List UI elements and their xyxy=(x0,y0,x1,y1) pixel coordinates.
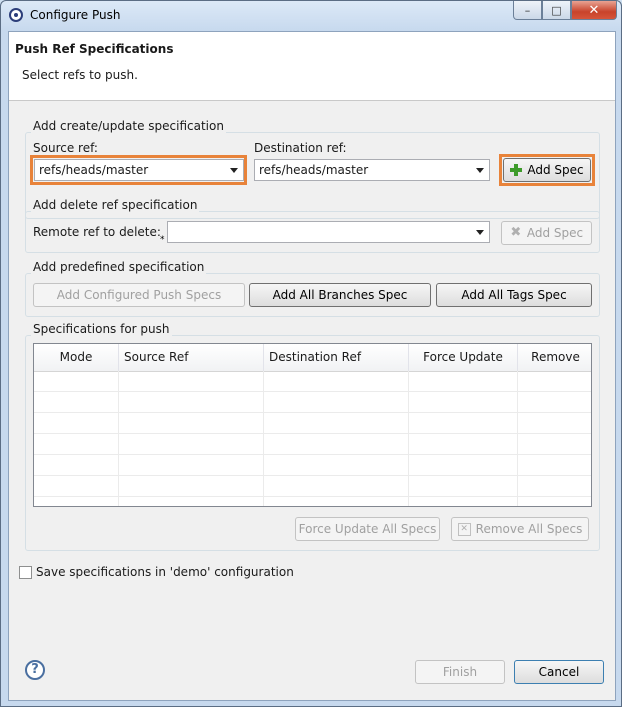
destination-ref-combo[interactable]: refs/heads/master xyxy=(254,159,490,181)
minimize-button[interactable]: – xyxy=(513,1,542,20)
add-all-tags-spec-button[interactable]: Add All Tags Spec xyxy=(436,283,592,307)
remove-all-icon: ✕ xyxy=(457,522,471,536)
column-header-source-ref[interactable]: Source Ref xyxy=(119,344,264,371)
source-ref-label: Source ref: xyxy=(33,141,98,155)
help-icon[interactable]: ? xyxy=(25,660,45,680)
finish-button[interactable]: Finish xyxy=(415,660,505,684)
delete-spec-group-label: Add delete ref specification xyxy=(31,198,200,212)
table-row xyxy=(34,455,591,476)
table-row xyxy=(34,392,591,413)
predefined-group-label: Add predefined specification xyxy=(31,260,207,274)
save-config-label[interactable]: Save specifications in 'demo' configurat… xyxy=(36,565,294,579)
dialog-header: Push Ref Specifications Select refs to p… xyxy=(9,32,615,101)
minimize-icon: – xyxy=(524,3,531,17)
add-spec-highlight xyxy=(499,154,595,186)
table-header: Mode Source Ref Destination Ref Force Up… xyxy=(34,344,591,372)
window-title: Configure Push xyxy=(30,8,121,22)
close-button[interactable]: ✕ xyxy=(571,1,617,20)
column-header-mode[interactable]: Mode xyxy=(34,344,119,371)
column-header-destination-ref[interactable]: Destination Ref xyxy=(264,344,409,371)
column-header-remove[interactable]: Remove xyxy=(518,344,591,371)
maximize-icon: □ xyxy=(551,3,562,17)
destination-ref-label: Destination ref: xyxy=(254,141,347,155)
page-description: Select refs to push. xyxy=(22,68,138,82)
table-row xyxy=(34,413,591,434)
column-header-force-update[interactable]: Force Update xyxy=(409,344,518,371)
source-ref-highlight xyxy=(30,155,247,185)
save-config-checkbox[interactable] xyxy=(19,566,32,579)
create-update-group-label: Add create/update specification xyxy=(31,119,226,133)
specifications-group-label: Specifications for push xyxy=(31,322,172,336)
add-delete-spec-label: Add Spec xyxy=(526,226,584,240)
table-row xyxy=(34,371,591,392)
table-row xyxy=(34,434,591,455)
remote-ref-label: Remote ref to delete: xyxy=(33,225,161,239)
remove-all-specs-button[interactable]: ✕ Remove All Specs xyxy=(451,517,589,541)
remove-all-specs-label: Remove All Specs xyxy=(475,522,583,536)
remote-ref-combo[interactable] xyxy=(167,221,490,243)
cancel-button[interactable]: Cancel xyxy=(514,660,604,684)
configure-push-window: Configure Push – □ ✕ Push Ref Specificat… xyxy=(0,0,622,707)
table-row xyxy=(34,476,591,497)
delete-x-icon: ✖ xyxy=(510,225,522,240)
dialog-client-area: Push Ref Specifications Select refs to p… xyxy=(8,31,616,701)
eclipse-app-icon xyxy=(9,8,23,22)
specifications-table[interactable]: Mode Source Ref Destination Ref Force Up… xyxy=(33,343,592,507)
maximize-button[interactable]: □ xyxy=(542,1,571,20)
chevron-down-icon xyxy=(476,230,484,235)
required-marker: * xyxy=(160,235,165,245)
add-configured-push-specs-button[interactable]: Add Configured Push Specs xyxy=(33,283,245,307)
title-bar[interactable]: Configure Push – □ ✕ xyxy=(1,1,621,31)
window-controls: – □ ✕ xyxy=(513,1,617,21)
force-update-all-specs-button[interactable]: Force Update All Specs xyxy=(295,517,440,541)
close-icon: ✕ xyxy=(588,2,600,18)
destination-ref-value: refs/heads/master xyxy=(259,163,369,177)
chevron-down-icon xyxy=(476,168,484,173)
add-delete-spec-button[interactable]: ✖ Add Spec xyxy=(501,221,592,245)
page-title: Push Ref Specifications xyxy=(15,42,174,56)
add-all-branches-spec-button[interactable]: Add All Branches Spec xyxy=(249,283,431,307)
